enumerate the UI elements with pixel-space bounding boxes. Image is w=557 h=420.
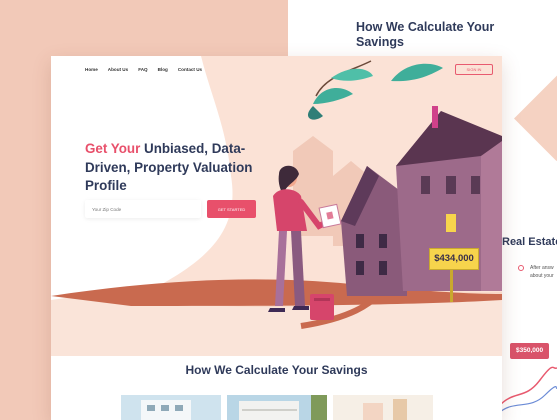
building-photo-2: [227, 395, 327, 420]
nav-item-home[interactable]: Home: [85, 67, 98, 72]
back-bullet-icon: [518, 265, 524, 271]
nav-item-about-us[interactable]: About Us: [108, 67, 128, 72]
back-section-title: How We Calculate Your Savings: [356, 20, 495, 49]
sign-in-button[interactable]: SIGN IN: [455, 64, 493, 75]
back-subsection-title: Real Estate L: [502, 236, 557, 248]
landing-page-card: Home About Us FAQ Blog Contact Us SIGN I…: [51, 56, 502, 420]
savings-section-title: How We Calculate Your Savings: [185, 363, 368, 377]
nav-item-faq[interactable]: FAQ: [138, 67, 147, 72]
price-sign: $434,000: [429, 248, 479, 270]
main-nav: Home About Us FAQ Blog Contact Us: [85, 67, 202, 72]
nav-item-contact-us[interactable]: Contact Us: [178, 67, 202, 72]
back-bullet-text: After answ about your: [530, 265, 554, 279]
headline-accent: Get Your: [85, 141, 141, 156]
hero-headline: Get Your Unbiased, Data-Driven, Property…: [85, 140, 285, 196]
get-started-button[interactable]: GET STARTED: [207, 200, 256, 218]
building-photo-1: [121, 395, 221, 420]
building-photo-3: [333, 395, 433, 420]
nav-item-blog[interactable]: Blog: [158, 67, 168, 72]
back-line-chart: [500, 366, 557, 413]
zip-code-input[interactable]: [85, 200, 201, 218]
back-price-badge: $350,000: [510, 343, 550, 359]
